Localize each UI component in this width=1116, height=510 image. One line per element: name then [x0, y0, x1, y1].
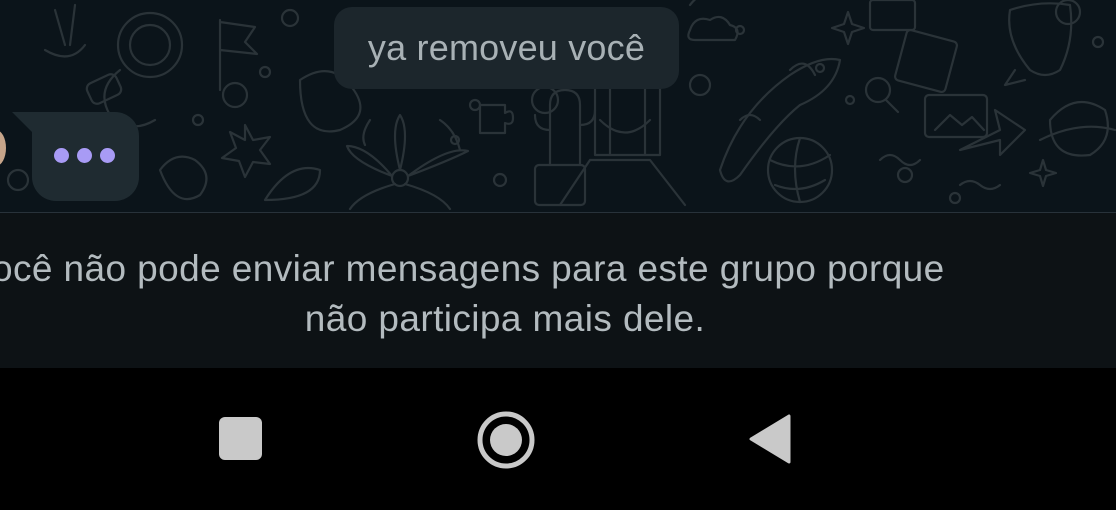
android-navigation-bar — [0, 368, 1116, 510]
typing-indicator-bubble — [32, 112, 139, 201]
typing-dot — [54, 148, 69, 163]
cannot-send-notice: ocê não pode enviar mensagens para este … — [0, 213, 1116, 368]
notice-text-line-2: não participa mais dele. — [304, 298, 706, 339]
home-circle-icon[interactable] — [476, 410, 536, 470]
recents-square-icon[interactable] — [219, 417, 262, 460]
notice-text-line-1: ocê não pode enviar mensagens para este … — [0, 248, 945, 289]
typing-dot — [100, 148, 115, 163]
back-triangle-icon[interactable] — [749, 414, 791, 464]
system-message-text: ya removeu você — [367, 27, 646, 68]
system-message-pill: ya removeu você — [334, 7, 679, 89]
chat-area: ya removeu você — [0, 0, 1116, 213]
typing-dot — [77, 148, 92, 163]
